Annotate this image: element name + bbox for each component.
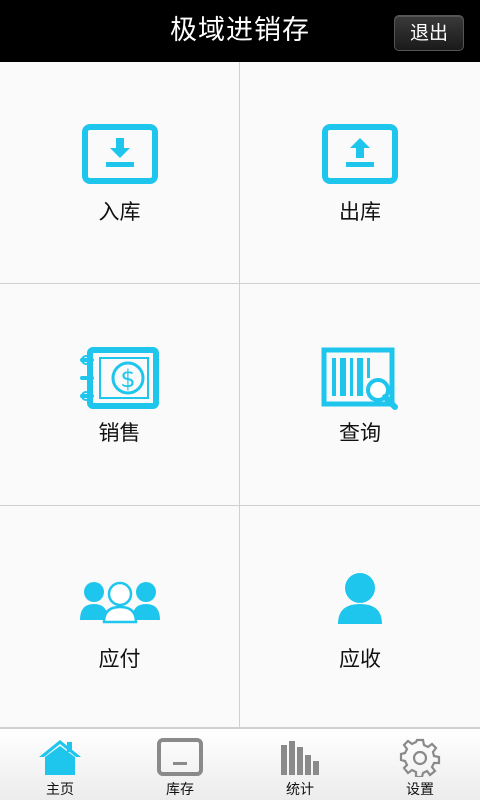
inventory-icon — [157, 738, 203, 776]
nav-inventory[interactable]: 库存 — [120, 729, 240, 800]
barcode-search-icon — [321, 347, 398, 410]
bar-chart-icon — [281, 741, 319, 775]
tile-label: 销售 — [98, 421, 141, 445]
person-icon — [338, 573, 382, 624]
svg-text:$: $ — [120, 365, 135, 393]
tile-query[interactable]: 查询 — [240, 284, 480, 506]
tile-label: 应付 — [98, 647, 141, 671]
function-grid: 入库 出库 $ 销售 查询 应付 应收 — [0, 62, 480, 728]
nav-settings[interactable]: 设置 — [360, 729, 480, 800]
nav-home[interactable]: 主页 — [0, 729, 120, 800]
gear-icon — [399, 738, 441, 777]
home-icon — [39, 740, 81, 775]
nav-label: 设置 — [406, 782, 434, 798]
nav-label: 库存 — [166, 782, 194, 798]
tile-label: 应收 — [339, 647, 381, 671]
sales-ledger-icon: $ — [79, 347, 159, 409]
nav-label: 统计 — [286, 782, 314, 798]
app-header: 极域进销存 退出 — [0, 0, 480, 62]
tile-outbound[interactable]: 出库 — [240, 62, 480, 284]
tile-inbound[interactable]: 入库 — [0, 62, 240, 284]
exit-button[interactable]: 退出 — [394, 15, 464, 51]
nav-label: 主页 — [46, 782, 74, 798]
tile-sales[interactable]: $ 销售 — [0, 284, 240, 506]
outbound-icon — [322, 124, 398, 184]
bottom-nav: 主页 库存 统计 设置 — [0, 728, 480, 800]
tile-label: 出库 — [339, 200, 381, 224]
inbound-icon — [81, 124, 158, 184]
tile-payable[interactable]: 应付 — [0, 506, 240, 728]
tile-receivable[interactable]: 应收 — [240, 506, 480, 728]
tile-label: 入库 — [98, 200, 141, 224]
tile-label: 查询 — [339, 421, 381, 445]
nav-statistics[interactable]: 统计 — [240, 729, 360, 800]
app-root: 极域进销存 退出 入库 出库 $ 销售 查询 应付 应收 主页 库存 统计 设置 — [0, 0, 480, 800]
group-people-icon — [79, 581, 160, 624]
